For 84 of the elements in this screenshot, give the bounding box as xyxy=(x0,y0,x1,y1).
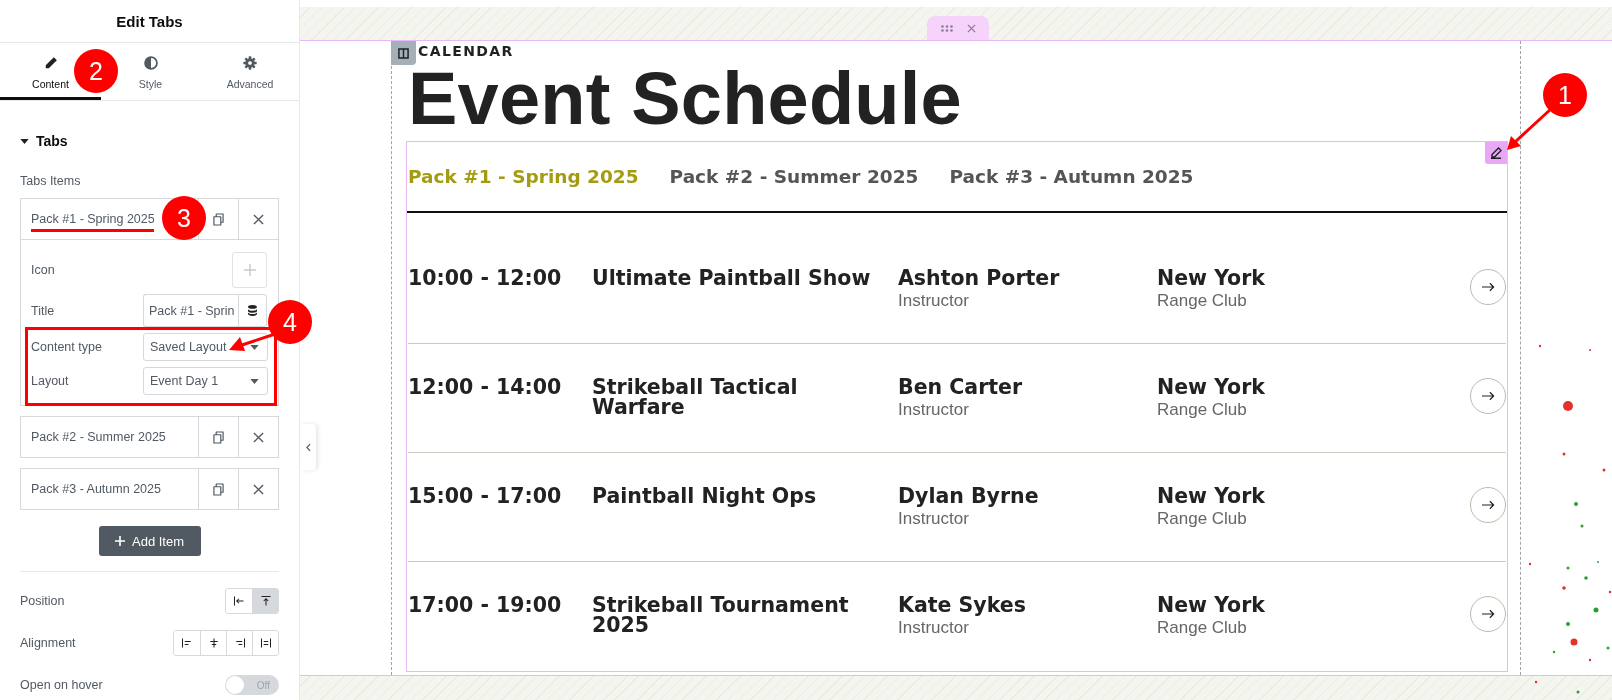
close-icon xyxy=(253,213,264,225)
panel-tab[interactable]: Advanced xyxy=(226,43,274,90)
field-label: Icon xyxy=(31,263,55,277)
arrow-right-icon xyxy=(1481,282,1495,292)
panel-tab[interactable]: Content xyxy=(32,43,69,90)
align-end-icon xyxy=(233,637,246,649)
pencil-icon xyxy=(43,56,58,70)
instructor-role: Instructor xyxy=(898,399,969,421)
select-field[interactable]: Event Day 1 xyxy=(143,367,268,395)
align-start-icon xyxy=(181,637,193,649)
close-icon xyxy=(966,23,976,33)
align-center-icon xyxy=(207,637,220,649)
close-icon xyxy=(253,431,264,443)
copy-icon xyxy=(213,212,224,226)
repeater-item-title[interactable]: Pack #1 - Spring 2025 xyxy=(31,206,155,232)
repeater-item-title[interactable]: Pack #2 - Summer 2025 xyxy=(31,424,166,450)
event-location: New York xyxy=(1157,266,1265,290)
event-time: 10:00 - 12:00 xyxy=(408,266,562,290)
event-title: Strikeball Tournament 2025 xyxy=(592,595,850,635)
event-title: Paintball Night Ops xyxy=(592,486,818,506)
panel-title: Edit Tabs xyxy=(116,12,183,30)
columns-icon xyxy=(398,47,409,59)
caret-icon xyxy=(250,344,259,350)
arrow-right-icon xyxy=(1481,500,1495,510)
caret-icon xyxy=(20,138,29,144)
instructor-name: Ben Carter xyxy=(898,375,1023,399)
event-time: 17:00 - 19:00 xyxy=(408,593,562,617)
gear-icon xyxy=(243,56,257,70)
schedule-tab[interactable]: Pack #2 - Summer 2025 xyxy=(669,166,919,187)
plus-icon xyxy=(243,264,256,276)
event-title: Strikeball Tactical Warfare xyxy=(592,377,799,417)
control-label: Position xyxy=(20,594,65,608)
drag-dots-icon xyxy=(940,24,953,32)
column-handle[interactable] xyxy=(391,41,416,65)
event-venue: Range Club xyxy=(1157,399,1247,421)
panel-tab[interactable]: Style xyxy=(138,43,163,90)
copy-icon xyxy=(213,430,224,444)
arrow-right-icon xyxy=(1481,391,1495,401)
pencil-icon xyxy=(1490,147,1502,159)
control-label: Open on hover xyxy=(20,678,103,692)
contrast-icon xyxy=(143,56,158,70)
instructor-name: Ashton Porter xyxy=(898,266,1060,290)
control-label: Alignment xyxy=(20,636,76,650)
field-label: Title xyxy=(31,303,55,318)
bar-top-arrow-icon xyxy=(259,595,272,607)
field-label: Content type xyxy=(31,340,102,354)
event-time: 12:00 - 14:00 xyxy=(408,375,562,399)
instructor-name: Kate Sykes xyxy=(898,593,1026,617)
option-button[interactable] xyxy=(252,631,278,655)
callout-arrow xyxy=(1506,106,1554,152)
event-venue: Range Club xyxy=(1157,290,1247,312)
database-icon xyxy=(248,305,257,316)
copy-icon xyxy=(213,482,224,496)
instructor-name: Dylan Byrne xyxy=(898,484,1039,508)
bar-left-arrow-icon xyxy=(233,595,245,607)
select-field[interactable]: Saved Layout xyxy=(143,333,268,361)
text-input[interactable]: Pack #1 - Sprin xyxy=(143,294,238,327)
event-time: 15:00 - 17:00 xyxy=(408,484,562,508)
eyebrow-label: CALENDAR xyxy=(417,43,515,59)
arrow-right-icon xyxy=(1481,609,1495,619)
section-handle[interactable] xyxy=(927,16,989,40)
event-venue: Range Club xyxy=(1157,508,1247,530)
field-label: Layout xyxy=(31,374,69,388)
repeater-item-title[interactable]: Pack #3 - Autumn 2025 xyxy=(31,476,161,502)
event-location: New York xyxy=(1157,484,1265,508)
caret-icon xyxy=(250,378,259,384)
align-stretch-icon xyxy=(259,637,272,649)
chevron-left-icon xyxy=(305,442,311,452)
schedule-tab[interactable]: Pack #3 - Autumn 2025 xyxy=(949,166,1194,187)
event-venue: Range Club xyxy=(1157,617,1247,639)
instructor-role: Instructor xyxy=(898,617,969,639)
page-heading: Event Schedule xyxy=(407,62,963,136)
event-location: New York xyxy=(1157,375,1265,399)
section-toggle[interactable]: Tabs xyxy=(20,131,68,151)
event-title: Ultimate Paintball Show xyxy=(592,268,872,288)
plus-icon xyxy=(115,536,125,546)
event-location: New York xyxy=(1157,593,1265,617)
add-item-button[interactable]: Add Item xyxy=(98,526,201,556)
field-label: Tabs Items xyxy=(20,173,82,189)
edit-handle[interactable] xyxy=(1485,142,1507,164)
dynamic-tags-button[interactable] xyxy=(238,294,267,327)
close-icon xyxy=(253,483,264,495)
instructor-role: Instructor xyxy=(898,508,969,530)
instructor-role: Instructor xyxy=(898,290,969,312)
